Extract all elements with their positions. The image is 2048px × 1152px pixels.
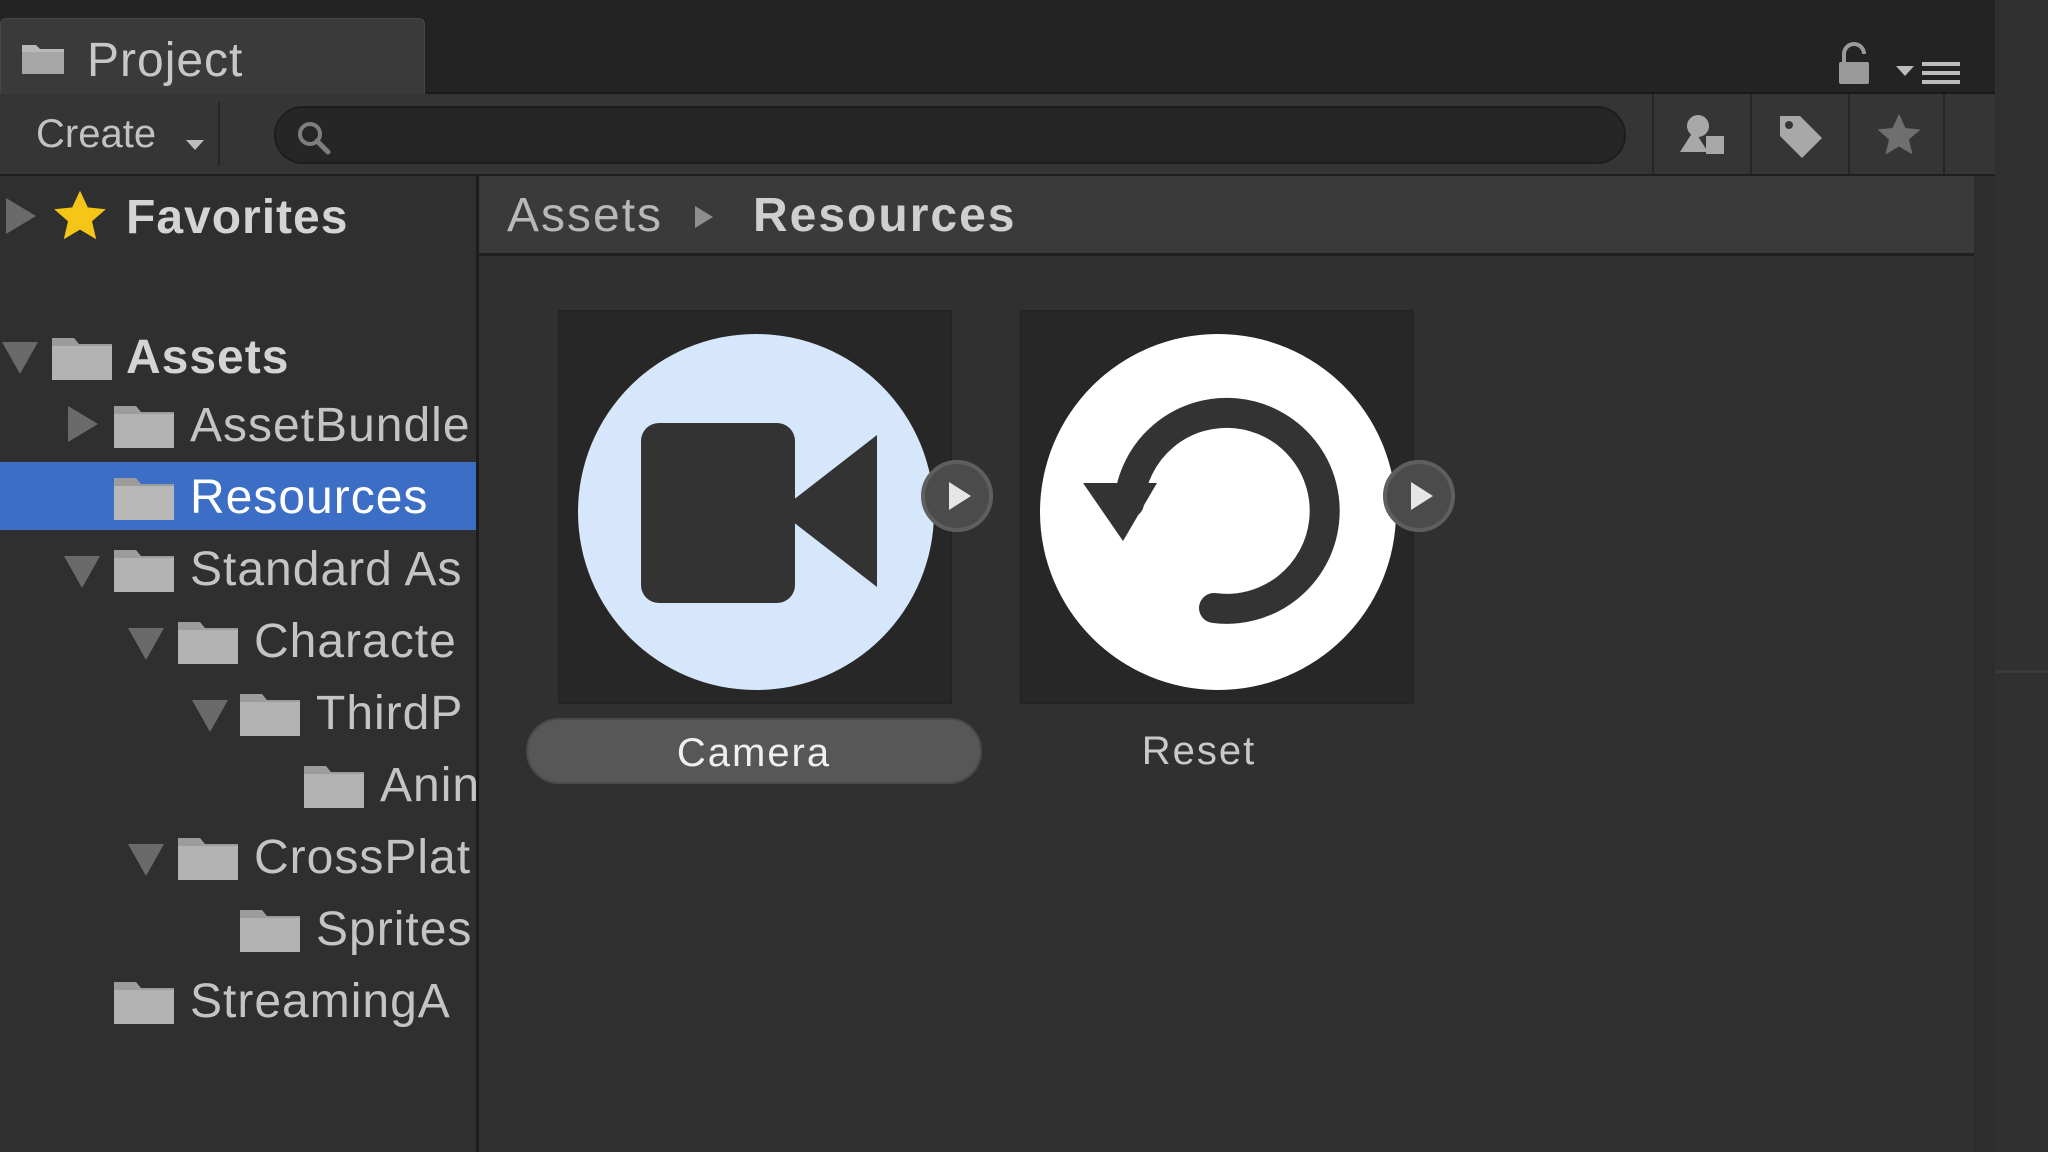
breadcrumb-separator-icon (695, 206, 713, 228)
folder-icon (114, 406, 174, 448)
toolbar: Create (0, 94, 1995, 176)
tree-item-crossplatform[interactable]: CrossPlat (0, 822, 476, 890)
reset-icon (1040, 334, 1396, 690)
asset-grid: Camera Reset (479, 256, 1974, 1152)
search-field[interactable] (274, 106, 1626, 164)
tree-item-label: ThirdP (316, 687, 464, 740)
breadcrumb: Assets Resources (479, 176, 1974, 256)
breadcrumb-assets[interactable]: Assets (507, 188, 663, 243)
tree-item-label: CrossPlat (254, 831, 472, 884)
folder-icon (178, 838, 238, 880)
folder-icon (114, 478, 174, 520)
favorite-button[interactable] (1848, 94, 1945, 174)
chevron-down-icon (186, 140, 204, 150)
tree-item-streamingassets[interactable]: StreamingA (0, 966, 476, 1034)
tree-item-label: Standard As (190, 543, 463, 596)
panel-edge-band (1995, 0, 2048, 1152)
type-filter-button[interactable] (1652, 94, 1749, 174)
tree-item-label: Sprites (316, 903, 473, 956)
folder-tree: Favorites Assets AssetBundle Resources S… (0, 176, 476, 1152)
folder-icon (304, 766, 364, 808)
tree-item-resources[interactable]: Resources (0, 462, 476, 530)
search-input[interactable] (346, 114, 1600, 158)
collapse-arrow-icon[interactable] (128, 844, 164, 876)
folder-icon (114, 550, 174, 592)
tree-item-animation[interactable]: Anin (0, 750, 476, 818)
asset-label-camera[interactable]: Camera (526, 718, 982, 784)
tab-bar: Project (0, 0, 1995, 94)
folder-icon (52, 338, 112, 380)
tree-item-assets[interactable]: Assets (0, 322, 476, 390)
tree-item-standard-assets[interactable]: Standard As (0, 534, 476, 602)
folder-icon (240, 910, 300, 952)
tree-item-label: Anin (380, 759, 476, 812)
tree-item-favorites[interactable]: Favorites (0, 182, 476, 250)
play-icon[interactable] (919, 458, 995, 534)
create-button[interactable]: Create (14, 102, 220, 166)
folder-icon (240, 694, 300, 736)
favorite-star-icon (54, 190, 106, 240)
create-label: Create (36, 112, 157, 156)
tree-item-label: StreamingA (190, 975, 451, 1028)
tab-title: Project (87, 34, 244, 87)
folder-icon (114, 982, 174, 1024)
label-filter-button[interactable] (1750, 94, 1847, 174)
tree-item-label: AssetBundle (190, 399, 471, 452)
tree-item-label: Resources (190, 471, 429, 524)
collapse-arrow-icon[interactable] (2, 342, 38, 374)
collapse-arrow-icon[interactable] (64, 556, 100, 588)
tree-item-thirdperson[interactable]: ThirdP (0, 678, 476, 746)
project-window: Project Create Favorites Assets AssetBun… (0, 0, 1995, 1152)
tree-item-label: Assets (126, 331, 290, 384)
asset-tile-camera[interactable] (558, 310, 952, 704)
breadcrumb-current[interactable]: Resources (753, 188, 1016, 243)
favorite-star-icon (1877, 114, 1921, 155)
tab-project[interactable]: Project (0, 18, 425, 94)
tree-item-label: Favorites (126, 191, 349, 244)
panel-edge-tick (1995, 670, 2048, 673)
folder-icon (22, 45, 64, 74)
tree-item-assetbundle[interactable]: AssetBundle (0, 390, 476, 458)
play-icon[interactable] (1381, 458, 1457, 534)
tree-item-sprites[interactable]: Sprites (0, 894, 476, 962)
expand-arrow-icon[interactable] (68, 406, 98, 442)
label-filter-icon (1780, 116, 1822, 158)
asset-tile-reset[interactable] (1020, 310, 1414, 704)
type-filter-icon (1680, 115, 1724, 154)
expand-arrow-icon[interactable] (6, 198, 36, 234)
tree-item-characters[interactable]: Characte (0, 606, 476, 674)
lock-icon[interactable] (1836, 42, 1872, 86)
asset-label-reset[interactable]: Reset (1024, 718, 1374, 784)
menu-icon[interactable] (1896, 58, 1964, 88)
adjacent-panel-edge (1995, 0, 2048, 1152)
collapse-arrow-icon[interactable] (128, 628, 164, 660)
collapse-arrow-icon[interactable] (192, 700, 228, 732)
camera-icon (578, 334, 934, 690)
folder-icon (178, 622, 238, 664)
search-icon (298, 122, 331, 155)
tree-item-label: Characte (254, 615, 457, 668)
